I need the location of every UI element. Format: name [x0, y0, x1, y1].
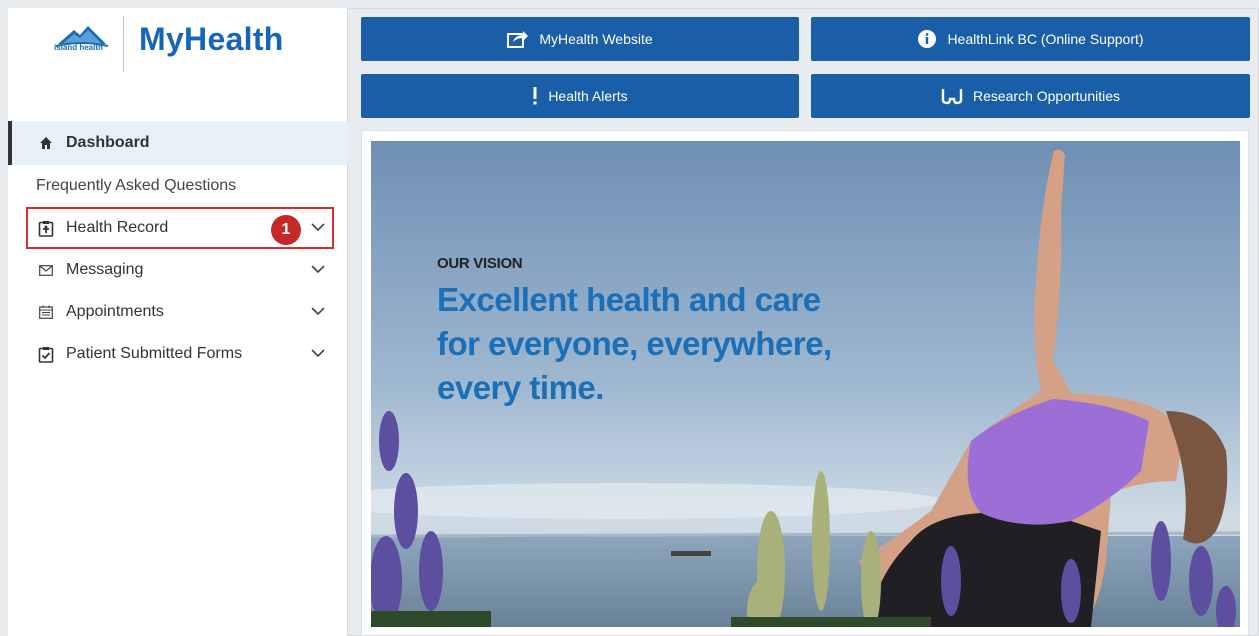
- sidebar-item-appointments[interactable]: Appointments: [8, 291, 348, 333]
- myhealth-website-button[interactable]: MyHealth Website: [361, 17, 799, 61]
- step-badge: 1: [271, 215, 301, 245]
- vision-statement: OUR VISION Excellent health and care for…: [437, 255, 832, 410]
- medical-clipboard-icon: [36, 220, 56, 237]
- app-name[interactable]: MyHealth: [139, 21, 284, 58]
- sidebar-item-dashboard[interactable]: Dashboard: [8, 121, 348, 165]
- sidebar-item-health-record[interactable]: Health Record 1: [8, 207, 348, 249]
- chevron-down-icon[interactable]: [310, 261, 326, 277]
- envelope-icon: [36, 264, 56, 276]
- sidebar-item-faq[interactable]: Frequently Asked Questions: [8, 165, 348, 207]
- healthlink-bc-button[interactable]: HealthLink BC (Online Support): [811, 17, 1250, 61]
- sidebar-item-label: Frequently Asked Questions: [36, 177, 237, 194]
- sidebar-item-label: Health Record: [66, 219, 169, 236]
- button-label: MyHealth Website: [539, 31, 653, 47]
- button-label: HealthLink BC (Online Support): [947, 31, 1144, 47]
- glasses-icon: [941, 87, 963, 105]
- hero-banner: OUR VISION Excellent health and care for…: [371, 141, 1240, 627]
- org-logo-text: island health: [54, 43, 103, 52]
- exclamation-icon: [532, 86, 538, 106]
- sidebar-item-messaging[interactable]: Messaging: [8, 249, 348, 291]
- sidebar-item-patient-submitted-forms[interactable]: Patient Submitted Forms: [8, 333, 348, 375]
- dashboard-content: OUR VISION Excellent health and care for…: [361, 130, 1249, 636]
- chevron-down-icon[interactable]: [310, 303, 326, 319]
- sidebar-item-label: Messaging: [66, 261, 144, 278]
- vision-line: for everyone, everywhere,: [437, 325, 832, 362]
- vision-line: every time.: [437, 369, 604, 406]
- sidebar-item-label: Patient Submitted Forms: [66, 345, 243, 362]
- sidebar-item-label: Appointments: [66, 303, 164, 320]
- chevron-down-icon[interactable]: [310, 345, 326, 361]
- chevron-down-icon[interactable]: [310, 219, 326, 235]
- sidebar-nav: Dashboard Frequently Asked Questions Hea…: [8, 121, 348, 375]
- logo-area: island health MyHealth: [8, 8, 348, 84]
- button-label: Health Alerts: [548, 88, 628, 104]
- island-health-logo: [55, 26, 109, 47]
- home-icon: [36, 136, 56, 150]
- info-icon: [917, 29, 937, 49]
- sidebar: island health MyHealth Dashboard Frequen…: [8, 8, 348, 636]
- sidebar-item-label: Dashboard: [66, 134, 150, 151]
- logo-divider: [123, 16, 124, 72]
- research-opportunities-button[interactable]: Research Opportunities: [811, 74, 1250, 118]
- clipboard-check-icon: [36, 346, 56, 363]
- health-alerts-button[interactable]: Health Alerts: [361, 74, 799, 118]
- calendar-icon: [36, 305, 56, 319]
- vision-eyebrow: OUR VISION: [437, 255, 523, 272]
- vision-line: Excellent health and care: [437, 281, 821, 318]
- button-label: Research Opportunities: [972, 88, 1121, 104]
- external-link-icon: [507, 29, 529, 49]
